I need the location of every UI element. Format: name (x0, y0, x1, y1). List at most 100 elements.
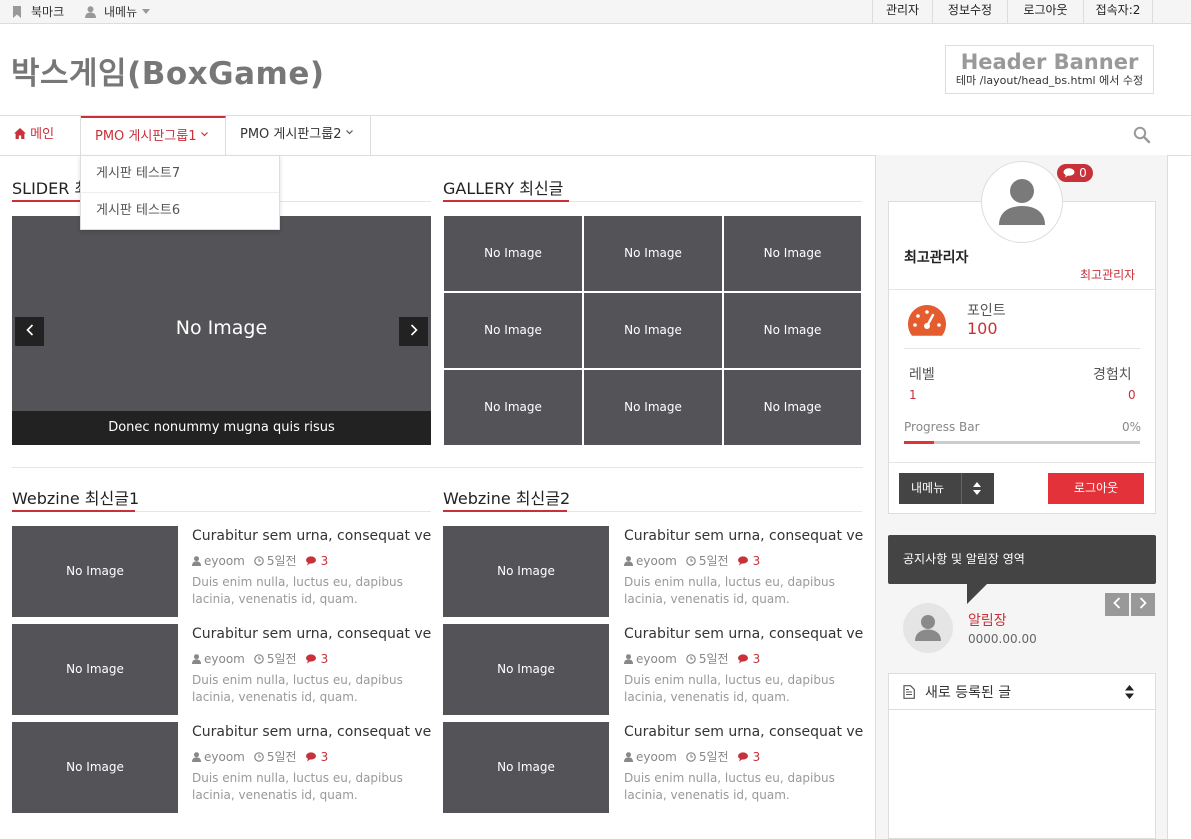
level-label: 레벨 (909, 367, 935, 383)
comments-icon (737, 751, 748, 761)
post-title[interactable]: Curabitur sem urna, consequat ve (624, 626, 863, 642)
chevron-down-icon (345, 130, 353, 135)
nav-group1-dropdown: 게시판 테스트7 게시판 테스트6 (80, 155, 280, 230)
post-date: 5일전 (266, 652, 297, 666)
post-author: eyoom (204, 651, 245, 666)
post-thumbnail[interactable]: No Image (443, 624, 609, 715)
profile-level-name: 최고관리자 (1080, 268, 1136, 282)
site-title[interactable]: 박스게임(BoxGame) (11, 48, 325, 93)
bookmark-link[interactable]: 북마크 (12, 0, 64, 23)
gallery-item[interactable]: No Image (584, 293, 722, 368)
gallery-item[interactable]: No Image (584, 216, 722, 291)
new-posts-title: 새로 등록된 글 (925, 685, 1012, 701)
post-comment-count: 3 (320, 749, 329, 764)
logout-button[interactable]: 로그아웃 (1048, 473, 1144, 504)
post-thumbnail[interactable]: No Image (443, 722, 609, 813)
post-excerpt: Duis enim nulla, luctus eu, dapibus laci… (624, 771, 835, 802)
message-badge[interactable]: 0 (1057, 164, 1093, 182)
progress-fill (904, 441, 934, 444)
post-thumbnail[interactable]: No Image (443, 526, 609, 617)
post-title[interactable]: Curabitur sem urna, consequat ve (192, 528, 431, 544)
exp-value: 0 (1128, 388, 1136, 402)
top-logout-link[interactable]: 로그아웃 (1007, 0, 1083, 23)
slider-next-button[interactable] (399, 317, 428, 346)
edit-info-link[interactable]: 정보수정 (932, 0, 1007, 23)
header-banner[interactable]: Header Banner 테마 /layout/head_bs.html 에서… (945, 45, 1154, 94)
post-title[interactable]: Curabitur sem urna, consequat ve (192, 626, 431, 642)
progress-text: 0% (1122, 420, 1142, 434)
notice-next-button[interactable] (1131, 593, 1155, 616)
post-meta: eyoom 5일전 3 (624, 650, 760, 667)
clock-icon (686, 555, 696, 566)
new-posts-header[interactable]: 새로 등록된 글 (889, 674, 1155, 710)
exp-label: 경험치 (1093, 367, 1132, 383)
slider-prev-button[interactable] (15, 317, 44, 346)
visitors-link[interactable]: 접속자:2 (1083, 0, 1153, 23)
gallery-item[interactable]: No Image (444, 293, 582, 368)
post-meta: eyoom 5일전 3 (192, 650, 328, 667)
section-divider (12, 467, 863, 468)
bookmark-label: 북마크 (31, 4, 65, 19)
comments-icon (737, 555, 748, 565)
chevron-left-icon (25, 324, 33, 336)
notice-item-date: 0000.00.00 (968, 632, 1037, 646)
gallery-item[interactable]: No Image (724, 216, 861, 291)
nav-group2-label: PMO 게시판그룹2 (240, 127, 342, 142)
post-excerpt: Duis enim nulla, luctus eu, dapibus laci… (192, 771, 403, 802)
search-icon[interactable] (1133, 126, 1151, 144)
admin-link[interactable]: 관리자 (872, 0, 932, 23)
user-icon (624, 555, 633, 566)
caret-down-icon (142, 9, 151, 14)
main-nav: 메인 PMO 게시판그룹1 PMO 게시판그룹2 (0, 115, 1191, 156)
post-author: eyoom (636, 553, 677, 568)
user-avatar-icon (915, 615, 941, 641)
button-separator (961, 473, 962, 504)
clock-icon (254, 751, 264, 762)
gallery-title-underline (443, 200, 569, 202)
my-menu-label: 내메뉴 (104, 4, 138, 19)
nav-group1-label: PMO 게시판그룹1 (95, 129, 197, 144)
progress-label: Progress Bar (904, 420, 980, 434)
top-bar: 북마크 내메뉴 관리자 정보수정 로그아웃 접속자:2 (0, 0, 1191, 24)
my-menu-button[interactable]: 내메뉴 (899, 473, 994, 504)
gallery-item[interactable]: No Image (444, 370, 582, 445)
post-date: 5일전 (698, 652, 729, 666)
post-title[interactable]: Curabitur sem urna, consequat ve (192, 724, 431, 740)
my-menu-button-label: 내메뉴 (911, 481, 945, 495)
gallery-item[interactable]: No Image (444, 216, 582, 291)
post-thumbnail[interactable]: No Image (12, 624, 178, 715)
document-icon (903, 685, 915, 699)
post-thumbnail[interactable]: No Image (12, 526, 178, 617)
user-icon (192, 653, 201, 664)
post-excerpt: Duis enim nulla, luctus eu, dapibus laci… (192, 575, 403, 606)
profile-nickname: 최고관리자 (904, 250, 969, 266)
dropdown-item[interactable]: 게시판 테스트6 (81, 193, 279, 230)
chevron-left-icon (1113, 597, 1121, 609)
nav-home-label: 메인 (30, 127, 55, 142)
nav-group2[interactable]: PMO 게시판그룹2 (226, 116, 371, 155)
comments-icon (305, 751, 316, 761)
post-title[interactable]: Curabitur sem urna, consequat ve (624, 528, 863, 544)
gallery-item[interactable]: No Image (724, 370, 861, 445)
user-icon (192, 555, 201, 566)
gallery-item[interactable]: No Image (724, 293, 861, 368)
notice-prev-button[interactable] (1105, 593, 1129, 616)
post-comment-count: 3 (320, 553, 329, 568)
post-date: 5일전 (698, 554, 729, 568)
post-excerpt: Duis enim nulla, luctus eu, dapibus laci… (192, 673, 403, 704)
chevron-right-icon (1139, 597, 1147, 609)
profile-avatar[interactable] (981, 161, 1063, 243)
post-thumbnail[interactable]: No Image (12, 722, 178, 813)
image-slider[interactable]: No Image Donec nonummy mugna quis risus (12, 216, 431, 445)
point-value: 100 (967, 319, 998, 338)
comments-icon (305, 555, 316, 565)
nav-home[interactable]: 메인 (0, 116, 81, 155)
comments-icon (305, 653, 316, 663)
notice-item-title[interactable]: 알림장 (968, 610, 1007, 630)
post-title[interactable]: Curabitur sem urna, consequat ve (624, 724, 863, 740)
dropdown-item[interactable]: 게시판 테스트7 (81, 156, 279, 193)
gallery-item[interactable]: No Image (584, 370, 722, 445)
my-menu-link[interactable]: 내메뉴 (85, 0, 151, 23)
nav-group1[interactable]: PMO 게시판그룹1 (81, 116, 226, 155)
clock-icon (254, 653, 264, 664)
